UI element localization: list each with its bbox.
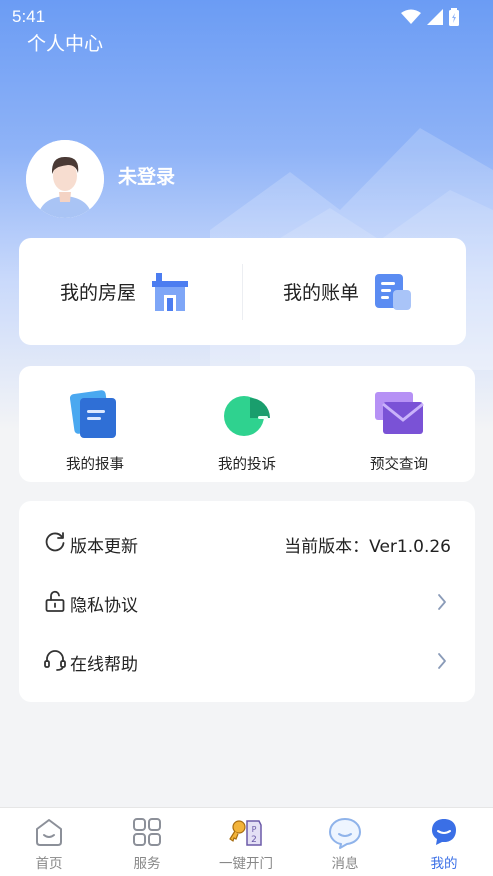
current-version: 当前版本：Ver1.0.26: [284, 537, 451, 557]
status-bar: 5:41: [0, 0, 493, 32]
services-grid-icon: [133, 818, 161, 846]
keys-icon: P 2: [229, 820, 262, 846]
tab-services-label: 服务: [133, 856, 161, 872]
battery-icon: [449, 8, 459, 26]
report-icon: [70, 390, 116, 438]
house-icon: [152, 272, 189, 311]
tab-home[interactable]: 首页: [0, 808, 98, 876]
avatar[interactable]: [26, 140, 104, 218]
unlock-icon: [45, 590, 65, 612]
tab-messages-label: 消息: [331, 856, 359, 872]
tab-open-door-label: 一键开门: [219, 856, 273, 872]
tab-open-door[interactable]: P 2 一键开门: [197, 808, 295, 876]
login-status[interactable]: 未登录: [118, 162, 175, 189]
wifi-icon: [401, 9, 421, 24]
tab-services[interactable]: 服务: [98, 808, 196, 876]
chevron-right-icon: [438, 594, 446, 610]
my-complaint-button[interactable]: 我的投诉: [187, 366, 307, 482]
online-help-row[interactable]: 在线帮助: [19, 631, 475, 690]
refresh-icon: [45, 532, 65, 552]
privacy-policy-label: 隐私协议: [70, 596, 138, 616]
page-title: 个人中心: [27, 33, 104, 55]
actions-card: 我的报事 我的投诉 预交查询: [19, 366, 475, 482]
my-bill-label: 我的账单: [283, 282, 360, 304]
version-update-label: 版本更新: [70, 537, 138, 557]
headset-icon: [44, 650, 66, 671]
prepay-query-button[interactable]: 预交查询: [339, 366, 459, 482]
bottom-tab-bar: 首页 服务 P 2 一键开门 消息 我的: [0, 807, 493, 876]
my-house-label: 我的房屋: [60, 282, 137, 304]
svg-text:2: 2: [251, 835, 257, 845]
status-time: 5:41: [12, 7, 46, 26]
report-label: 我的报事: [66, 457, 124, 473]
cellular-signal-icon: [427, 9, 443, 25]
prepay-label: 预交查询: [370, 457, 428, 473]
settings-card: 版本更新 当前版本：Ver1.0.26 隐私协议 在线帮助: [19, 501, 475, 702]
svg-text:P: P: [252, 825, 257, 834]
prepay-icon: [375, 392, 424, 434]
chevron-right-icon: [438, 653, 446, 669]
version-update-row[interactable]: 版本更新 当前版本：Ver1.0.26: [19, 513, 475, 572]
privacy-policy-row[interactable]: 隐私协议: [19, 572, 475, 631]
message-bubble-icon: [329, 818, 361, 849]
house-card: 我的房屋 我的账单: [19, 238, 466, 345]
bill-icon: [375, 273, 412, 310]
my-bill-button[interactable]: 我的账单: [283, 238, 412, 345]
tab-mine[interactable]: 我的: [395, 808, 493, 876]
online-help-label: 在线帮助: [70, 655, 138, 675]
complaint-label: 我的投诉: [218, 457, 276, 473]
my-house-button[interactable]: 我的房屋: [60, 238, 189, 345]
profile-icon: [432, 819, 456, 845]
complaint-icon: [224, 396, 270, 436]
tab-mine-label: 我的: [430, 856, 458, 872]
tab-home-label: 首页: [35, 856, 63, 872]
my-report-button[interactable]: 我的报事: [35, 366, 155, 482]
avatar-person-icon: [26, 140, 104, 218]
home-icon: [36, 819, 62, 846]
divider: [242, 264, 243, 320]
tab-messages[interactable]: 消息: [296, 808, 394, 876]
